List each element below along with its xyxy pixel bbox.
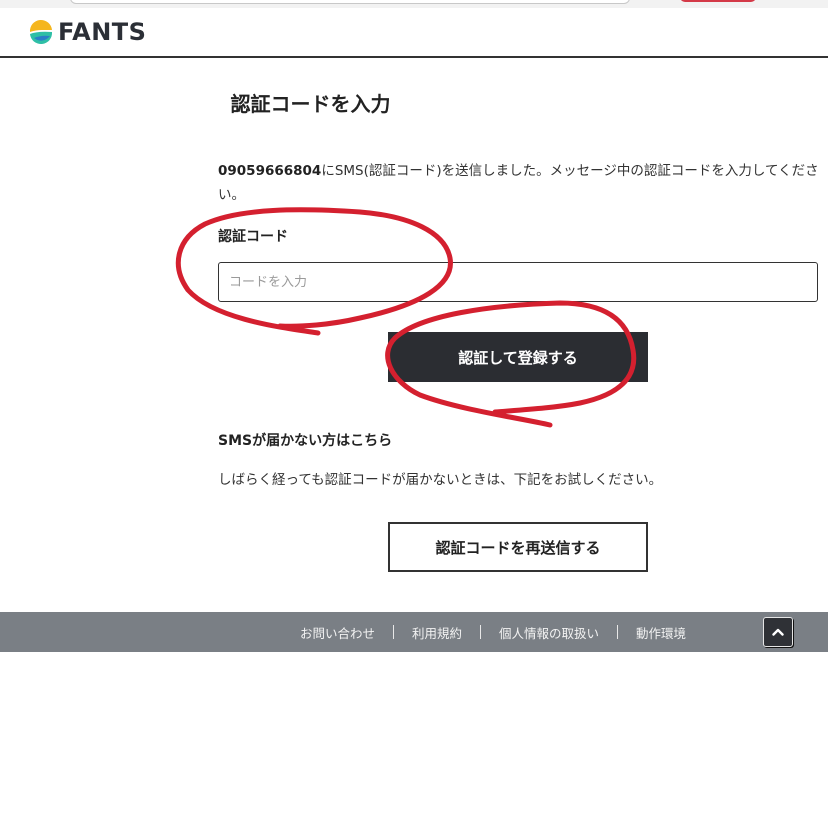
- browser-address-bar[interactable]: [70, 0, 630, 4]
- logo[interactable]: FANTS: [28, 18, 146, 46]
- footer-link-privacy[interactable]: 個人情報の取扱い: [499, 623, 599, 642]
- footer-divider: [393, 625, 395, 639]
- logo-text: FANTS: [58, 18, 147, 46]
- browser-top-strip: [0, 0, 828, 8]
- site-header: FANTS: [0, 8, 828, 58]
- site-footer: お問い合わせ 利用規約 個人情報の取扱い 動作環境: [0, 612, 828, 652]
- code-label: 認証コード: [218, 229, 288, 245]
- footer-link-contact[interactable]: お問い合わせ: [300, 623, 375, 642]
- footer-nav: お問い合わせ 利用規約 個人情報の取扱い 動作環境: [300, 612, 686, 652]
- footer-divider: [617, 625, 619, 639]
- phone-number: 09059666804: [218, 163, 322, 179]
- red-annotation-overlay: [175, 207, 637, 428]
- fants-logo-icon: [29, 19, 53, 45]
- scroll-to-top-button[interactable]: [763, 617, 793, 647]
- verification-code-input[interactable]: [218, 262, 818, 302]
- browser-button[interactable]: [680, 0, 756, 2]
- page-title-text: 認証コードを入力: [230, 92, 391, 116]
- sms-help-description: しばらく経っても認証コードが届かないときは、下記をお試しください。: [218, 472, 663, 488]
- footer-link-terms[interactable]: 利用規約: [412, 623, 462, 642]
- footer-divider: [480, 625, 482, 639]
- verify-register-button[interactable]: 認証して登録する: [388, 332, 648, 382]
- chevron-up-icon: [772, 628, 784, 636]
- resend-code-button[interactable]: 認証コードを再送信する: [388, 522, 648, 572]
- footer-link-environment[interactable]: 動作環境: [636, 623, 686, 642]
- page-title: 認証コードを入力: [0, 88, 828, 117]
- sms-help-heading: SMSが届かない方はこちら: [218, 433, 393, 449]
- sms-sent-message: 09059666804にSMS(認証コード)を送信しました。メッセージ中の認証コ…: [218, 159, 820, 207]
